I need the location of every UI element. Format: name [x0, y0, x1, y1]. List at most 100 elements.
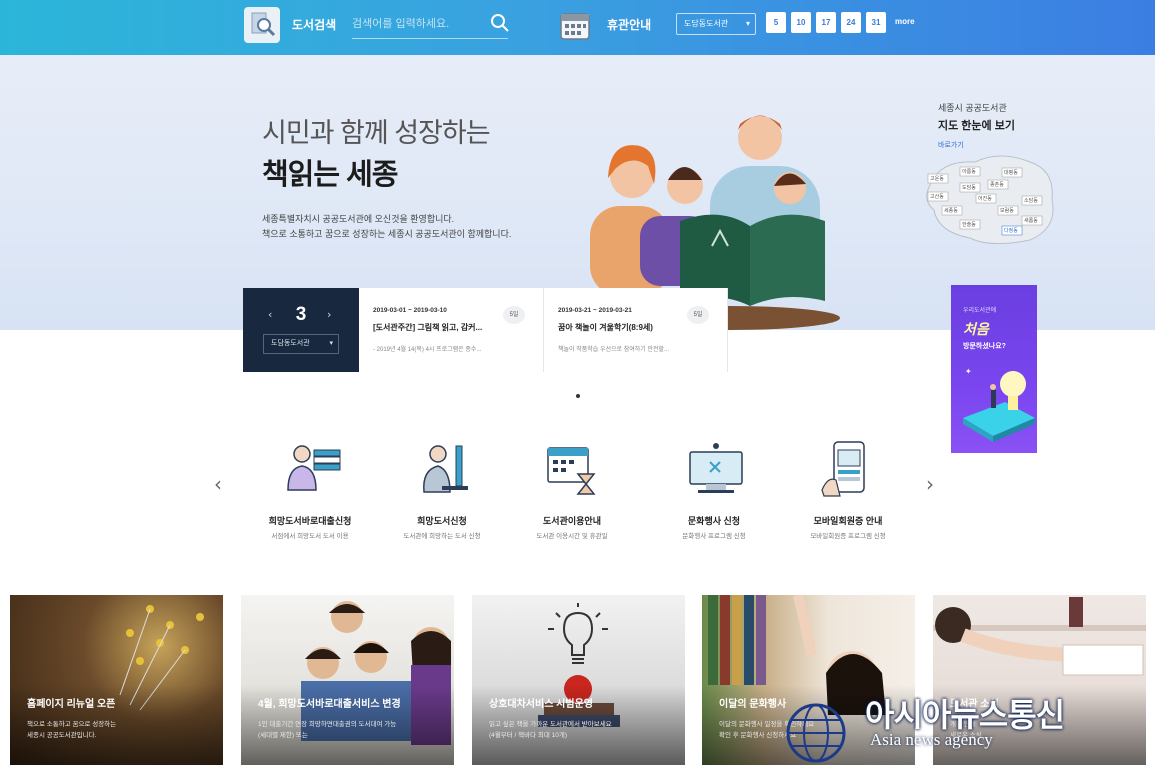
book-search-icon [244, 7, 280, 43]
event-month-number: 3 [295, 304, 307, 325]
hero-desc-line: 책으로 소통하고 꿈으로 성장하는 세종시 공공도서관이 함께합니다. [262, 229, 512, 239]
quick-menu-next-button[interactable]: › [926, 472, 934, 496]
map-label: 아름동 [962, 168, 976, 175]
first-visit-banner[interactable]: 우리도서관에 처음 방문하셨나요? ✦ [951, 285, 1037, 453]
event-month-selector: ‹ 3 › 도담동도서관 ▾ [243, 288, 359, 372]
map-caption: 세종시 공공도서관 [938, 103, 1007, 113]
card-title: 홈페이지 리뉴얼 오픈 [27, 699, 116, 710]
quick-menu-sub: 도서관에 희망하는 도서 신청 [403, 533, 481, 540]
card-desc-line: 세종시 공공도서관입니다. [27, 732, 97, 739]
map-label: 어진동 [978, 195, 992, 202]
event-dday-badge: 5일 [687, 306, 709, 324]
chevron-down-icon: ▾ [745, 19, 750, 28]
quick-menu-item[interactable]: 희망도서바로대출신청 서점에서 희망도서 도서 이용 [240, 440, 380, 550]
quick-menu-prev-button[interactable]: ‹ [214, 472, 222, 496]
map-label: 보람동 [1000, 207, 1014, 214]
map-label: 소담동 [1024, 197, 1038, 204]
closed-day-chip: 31 [866, 12, 886, 33]
event-dday-badge: 5일 [503, 306, 525, 324]
lightbulb-tablet-icon: ✦ [953, 360, 1037, 450]
hero-subtitle: 시민과 함께 성장하는 [262, 118, 491, 148]
card-description: 읽고 싶은 책을 가까운 도서관에서 받아보세요 (4월부터 / 책바다 최대 … [489, 719, 612, 741]
quick-menu-label: 희망도서바로대출신청 [268, 516, 352, 526]
map-shortcut-link[interactable]: 바로가기 [938, 140, 964, 150]
hero-title: 책읽는 세종 [262, 159, 398, 191]
map-label: 한솔동 [962, 221, 976, 228]
hero-description: 세종특별자치시 공공도서관에 오신것을 환영합니다. 책으로 소통하고 꿈으로 … [262, 212, 511, 242]
card-desc-line: (4월부터 / 책바다 최대 10개) [489, 732, 568, 739]
quick-menu-sub: 도서관 이용시간 및 휴관일 [536, 533, 608, 540]
quick-menu-item[interactable]: 문화행사 신청 문화행사 프로그램 신청 [644, 440, 784, 550]
map-label: 대평동 [1004, 169, 1018, 176]
person-computer-icon [412, 440, 476, 500]
closed-day-chip: 17 [816, 12, 836, 33]
card-description: 책으로 소통하고 꿈으로 성장하는 세종시 공공도서관입니다. [27, 719, 116, 741]
mobile-card-icon [818, 440, 882, 500]
banner-question: 방문하셨나요? [963, 343, 1006, 350]
quick-menu-item[interactable]: 도서관이용안내 도서관 이용시간 및 휴관일 [502, 440, 642, 550]
banner-big-text: 처음 [963, 321, 989, 337]
slider-pager-dot[interactable] [576, 394, 580, 398]
quick-menu-item[interactable]: 희망도서신청 도서관에 희망하는 도서 신청 [372, 440, 512, 550]
news-card[interactable]: 홈페이지 리뉴얼 오픈 책으로 소통하고 꿈으로 성장하는 세종시 공공도서관입… [10, 595, 223, 765]
event-title: [도서관주간] 그림책 읽고, 감커... [373, 323, 483, 332]
library-select-value: 도담동도서관 [684, 19, 729, 28]
closed-day-chip: 5 [766, 12, 786, 33]
quick-menu-sub: 서점에서 희망도서 도서 이용 [271, 533, 349, 540]
hero-desc-line: 세종특별자치시 공공도서관에 오신것을 환영합니다. [262, 214, 455, 224]
quick-menu-label: 도서관이용안내 [543, 516, 601, 526]
banner-small-text: 우리도서관에 [963, 308, 997, 314]
magnifier-icon [491, 14, 509, 32]
event-library-select-value: 도담동도서관 [271, 340, 310, 347]
event-description: 책놀이 작품학습 우선으로 참여하기 안전할... [558, 347, 670, 353]
watermark-subtitle: Asia news agency [870, 730, 993, 749]
map-label: 고산동 [930, 193, 944, 200]
event-title: 꿈아 책놀이 겨울학기(8:9세) [558, 323, 653, 332]
map-label: 새롬동 [1024, 217, 1038, 224]
card-description: 1인 대출기간 연장 희망하면대출권의 도서대여 가능 (세대별 제한) 또는 [258, 719, 396, 741]
event-date: 2019-03-01 ~ 2019-03-10 [373, 307, 447, 314]
event-date: 2019-03-21 ~ 2019-03-21 [558, 307, 632, 314]
event-card[interactable]: 2019-03-21 ~ 2019-03-21 5일 꿈아 책놀이 겨울학기(8… [544, 288, 728, 372]
search-button[interactable] [489, 12, 511, 34]
person-books-icon [280, 440, 344, 500]
event-library-select[interactable]: 도담동도서관 ▾ [263, 334, 339, 354]
card-desc-line: 읽고 싶은 책을 가까운 도서관에서 받아보세요 [489, 721, 612, 728]
calendar-icon [557, 7, 593, 43]
map-label: 고운동 [930, 176, 944, 182]
card-desc-line: 책으로 소통하고 꿈으로 성장하는 [27, 721, 117, 728]
card-desc-line: (세대별 제한) 또는 [258, 732, 308, 739]
event-card[interactable]: 2019-03-01 ~ 2019-03-10 5일 [도서관주간] 그림책 읽… [359, 288, 544, 372]
quick-menu-item[interactable]: 모바일회원증 안내 모바일회원증 프로그램 신청 [778, 440, 918, 550]
search-input[interactable] [352, 9, 508, 39]
calendar-hourglass-icon [542, 440, 606, 500]
news-card[interactable]: 상호대차서비스 시범운영 읽고 싶은 책을 가까운 도서관에서 받아보세요 (4… [472, 595, 685, 765]
search-label: 도서검색 [292, 18, 337, 32]
news-card[interactable]: 4월, 희망도서바로대출서비스 변경 1인 대출기간 연장 희망하면대출권의 도… [241, 595, 454, 765]
card-title: 4월, 희망도서바로대출서비스 변경 [258, 699, 401, 710]
month-next-button[interactable]: › [327, 308, 331, 321]
quick-menu-sub: 모바일회원증 프로그램 신청 [810, 533, 886, 540]
quick-menu-label: 문화행사 신청 [687, 516, 741, 526]
quick-menu-sub: 문화행사 프로그램 신청 [682, 533, 746, 540]
svg-text:✦: ✦ [965, 367, 972, 376]
monitor-icon [684, 440, 748, 500]
card-title: 이달의 문화행사 [719, 699, 787, 710]
news-agency-watermark: 아시아뉴스통신 Asia news agency [780, 690, 1150, 770]
card-desc-line: 1인 대출기간 연장 희망하면대출권의 도서대여 가능 [258, 721, 397, 728]
chevron-down-icon: ▾ [329, 340, 333, 347]
closed-day-chip: 24 [841, 12, 861, 33]
sejong-library-map[interactable]: 고운동 아름동 종촌동 도담동 어진동 세종동 보람동 한솔동 새롬동 다정동 … [920, 150, 1060, 250]
map-label: 세종동 [944, 207, 958, 214]
card-title: 상호대차서비스 시범운영 [489, 699, 593, 710]
library-select[interactable]: 도담동도서관 ▾ [676, 13, 756, 35]
map-title: 지도 한눈에 보기 [938, 120, 1015, 132]
event-description: - 2019년 4월 14(목) 4시 프로그램은 종수... [373, 347, 482, 353]
quick-menu-label: 희망도서신청 [417, 516, 467, 526]
top-bar: 도서검색 휴관안내 도담동도서관 ▾ 5 10 17 24 31 more [0, 0, 1155, 55]
map-label: 다정동 [1004, 227, 1018, 234]
closed-day-chip: 10 [791, 12, 811, 33]
closed-days-label: 휴관안내 [607, 18, 652, 32]
closed-more-link[interactable]: more [895, 17, 915, 26]
map-label: 종촌동 [990, 181, 1004, 188]
